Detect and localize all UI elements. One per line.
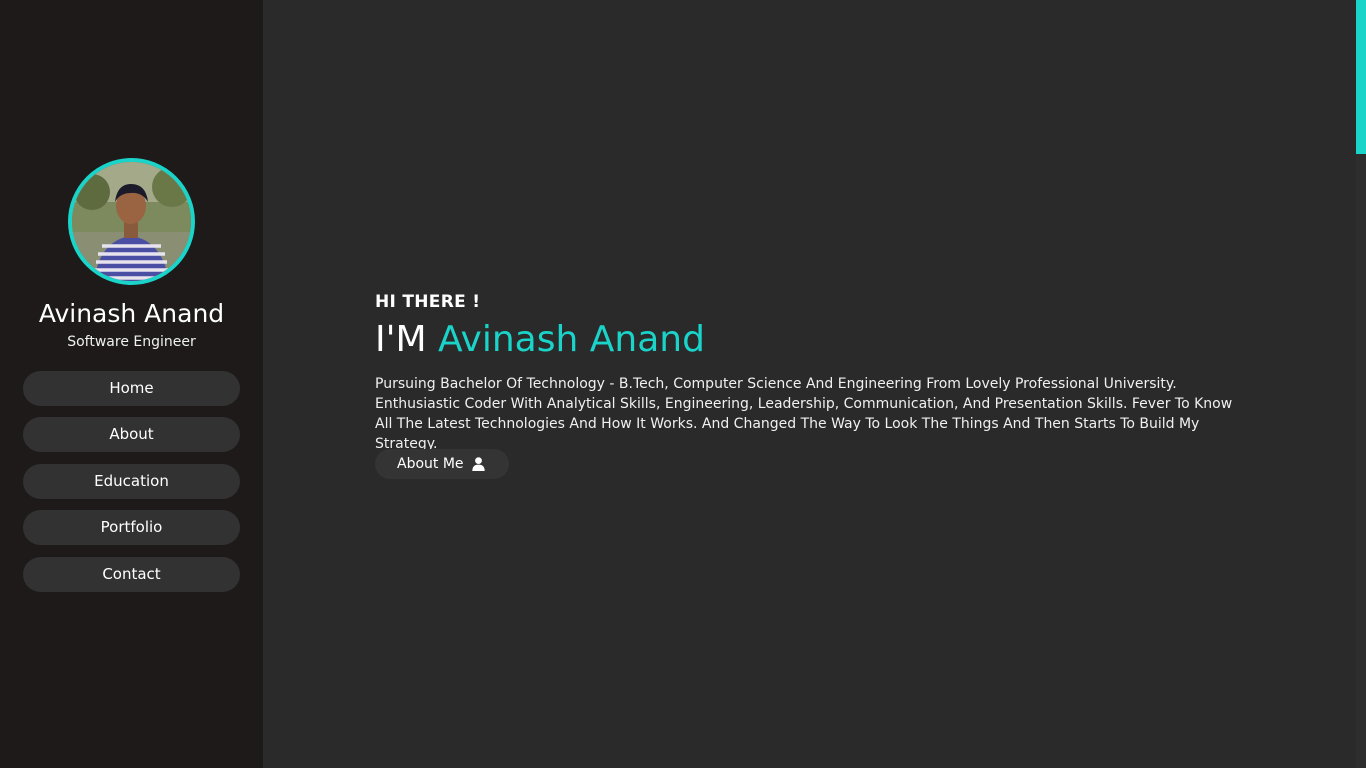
nav-item-home[interactable]: Home xyxy=(23,371,240,406)
profile-photo xyxy=(72,162,191,281)
hero-greeting: HI THERE ! xyxy=(375,292,481,312)
avatar xyxy=(68,158,195,285)
sidebar: Avinash Anand Software Engineer Home Abo… xyxy=(0,0,263,768)
hero-intro: Pursuing Bachelor Of Technology - B.Tech… xyxy=(375,376,1233,452)
page: Avinash Anand Software Engineer Home Abo… xyxy=(0,0,1366,768)
user-icon xyxy=(471,457,485,471)
nav-item-about[interactable]: About xyxy=(23,417,240,453)
scrollbar-thumb[interactable] xyxy=(1356,0,1366,154)
nav-item-portfolio[interactable]: Portfolio xyxy=(23,510,240,546)
sidebar-nav: Home About Education Portfolio Contact xyxy=(23,371,240,603)
nav-item-education[interactable]: Education xyxy=(23,463,240,499)
nav-item-contact[interactable]: Contact xyxy=(23,556,240,592)
about-me-button[interactable]: About Me xyxy=(375,449,509,479)
hero-headline: I'M Avinash Anand xyxy=(375,318,705,362)
hero-name: Avinash Anand xyxy=(438,319,705,360)
hero-prefix: I'M xyxy=(375,319,427,360)
page-scrollbar[interactable] xyxy=(1356,0,1366,768)
profile-name: Avinash Anand xyxy=(38,299,225,328)
about-me-label: About Me xyxy=(397,456,464,472)
profile-role: Software Engineer xyxy=(67,334,196,350)
